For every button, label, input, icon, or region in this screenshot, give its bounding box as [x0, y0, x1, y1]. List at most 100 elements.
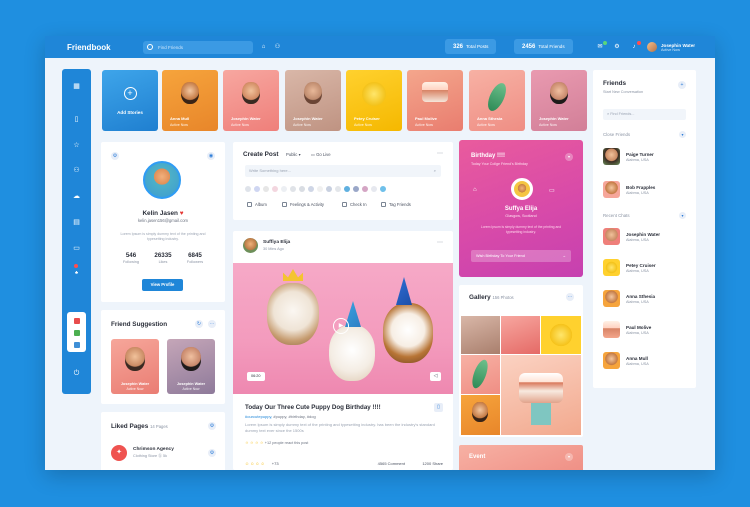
page-logo-icon[interactable]: ✦ — [111, 445, 127, 461]
story-card[interactable]: Josephin Water Active Now — [285, 70, 341, 131]
story-card[interactable]: Anna Sthesia Active Now — [469, 70, 525, 131]
refresh-icon[interactable]: ↻ — [195, 320, 203, 328]
story-card[interactable]: Josephin Water Active Now — [223, 70, 279, 131]
chat-row[interactable]: Josephin Water Alabma, USA — [603, 228, 660, 245]
color-swatch[interactable] — [362, 186, 368, 192]
color-swatch[interactable] — [281, 186, 287, 192]
more-icon[interactable]: ◉ — [207, 152, 215, 160]
cloud-icon[interactable]: ☁ — [72, 192, 81, 201]
current-user[interactable]: Josephin Water Active Now — [647, 42, 695, 52]
go-live-button[interactable]: ▭ Go Live — [311, 152, 331, 157]
app-logo[interactable]: Friendbook — [67, 43, 137, 52]
more-icon[interactable]: ⋯ — [437, 239, 443, 246]
suggestion-item[interactable]: Josephin Water Active Now — [111, 339, 159, 394]
video-icon[interactable]: ▭ — [549, 187, 555, 194]
power-icon[interactable]: ⏻ — [72, 369, 81, 378]
feelings-button[interactable]: Feelings & Activity — [282, 202, 324, 207]
visibility-select[interactable]: Public ▾ — [286, 152, 301, 157]
birthday-avatar[interactable] — [511, 178, 533, 200]
emoji-icons[interactable]: ☺ ☺ ☺ ☺ — [245, 461, 265, 466]
friends-search[interactable]: ⌕ Find Friends... — [603, 109, 686, 120]
post-input[interactable]: Write Something here... ⌕ — [245, 165, 441, 177]
avatar[interactable] — [243, 238, 258, 253]
friend-row[interactable]: Paige Turner Alabma, USA — [603, 148, 654, 165]
users-icon[interactable]: ⚇ — [72, 166, 81, 175]
color-swatch[interactable] — [308, 186, 314, 192]
color-swatch[interactable] — [317, 186, 323, 192]
chat-row[interactable]: Petey Cruiser Alabma, USA — [603, 259, 656, 276]
post-tag-primary[interactable]: #ourcutepuppy, — [245, 414, 272, 419]
wish-birthday-button[interactable]: Wish Birthday To Your Friend → — [471, 250, 571, 262]
notification-bell-icon[interactable]: ♪ — [630, 41, 641, 51]
story-card[interactable]: Josephin Water Active Now — [531, 70, 587, 131]
settings-icon[interactable]: ⚙ — [111, 152, 119, 160]
page-name[interactable]: Chrimson Agency — [133, 447, 174, 452]
post-tags[interactable]: #ourcutepuppy, #puppy, #birthday, #dog — [245, 414, 316, 419]
home-icon[interactable]: ⌂ — [260, 44, 267, 51]
chat-row[interactable]: Paul Molive Alabma, USA — [603, 321, 651, 338]
more-icon[interactable]: ⋯ — [566, 293, 574, 301]
post-author[interactable]: Suffiya Elija — [263, 240, 290, 245]
document-icon[interactable]: ▯ — [72, 115, 81, 124]
add-icon[interactable]: + — [678, 81, 686, 89]
story-card[interactable]: Anna Mull Active Now — [162, 70, 218, 131]
profile-avatar[interactable] — [143, 161, 181, 199]
color-swatch[interactable] — [254, 186, 260, 192]
color-swatch[interactable] — [245, 186, 251, 192]
more-icon[interactable]: ⋯ — [208, 320, 216, 328]
settings-icon[interactable]: ⚙ — [208, 422, 216, 430]
share-count[interactable]: 1200 Share — [422, 461, 443, 466]
event-card[interactable]: Event ▾ — [459, 445, 583, 470]
gallery-photo[interactable] — [461, 355, 500, 394]
color-swatch[interactable] — [263, 186, 269, 192]
bookmark-icon[interactable]: ▯ — [434, 403, 443, 412]
more-icon[interactable]: ⋯ — [437, 150, 443, 157]
story-card[interactable]: Petey Cruiser Active Now — [346, 70, 402, 131]
chat-icon[interactable]: ✉ — [596, 41, 607, 51]
color-swatch[interactable] — [335, 186, 341, 192]
color-swatch[interactable] — [272, 186, 278, 192]
album-button[interactable]: Album — [247, 202, 267, 207]
add-story-card[interactable]: + Add Stories — [102, 70, 158, 131]
gallery-photo[interactable] — [501, 316, 540, 354]
inbox-icon[interactable]: ▭ — [72, 244, 81, 253]
color-swatch[interactable] — [299, 186, 305, 192]
app-shortcut-icon[interactable] — [73, 330, 80, 336]
check-in-button[interactable]: Check In — [342, 202, 367, 207]
color-swatch[interactable] — [290, 186, 296, 192]
chat-row[interactable]: Anna Sthesia Alabma, USA — [603, 290, 655, 307]
color-swatch[interactable] — [371, 186, 377, 192]
post-image[interactable]: ▶ 06:20 ◁ — [233, 263, 453, 394]
color-swatch[interactable] — [380, 186, 386, 192]
star-icon[interactable]: ☆ — [72, 141, 81, 150]
pets-icon[interactable]: ♣ — [72, 269, 81, 278]
calendar-icon[interactable]: ▤ — [72, 218, 81, 227]
gallery-photo[interactable] — [461, 395, 500, 435]
chevron-down-icon[interactable]: ▾ — [679, 131, 686, 138]
gallery-photo[interactable] — [541, 316, 581, 354]
gallery-photo[interactable] — [461, 316, 500, 354]
chevron-down-icon[interactable]: ▾ — [565, 453, 573, 461]
app-shortcut-icon[interactable] — [73, 318, 80, 324]
settings-icon[interactable]: ⚙ — [613, 43, 621, 51]
dashboard-icon[interactable]: ▦ — [72, 82, 81, 91]
tag-friends-button[interactable]: Tag Friends — [381, 202, 411, 207]
settings-icon[interactable]: ⚙ — [208, 449, 216, 457]
story-card[interactable]: Paul Molive Active Now — [407, 70, 463, 131]
chevron-down-icon[interactable]: ▾ — [679, 212, 686, 219]
search-input[interactable] — [158, 44, 238, 50]
volume-icon[interactable]: ◁ — [430, 372, 441, 381]
comment-count[interactable]: 4565 Comment — [378, 461, 405, 466]
suggestion-item[interactable]: Josephin Water Active Now — [167, 339, 215, 394]
search-box[interactable] — [143, 40, 253, 54]
play-icon[interactable]: ▶ — [333, 318, 349, 334]
gallery-photo-large[interactable] — [501, 355, 581, 435]
color-swatch[interactable] — [326, 186, 332, 192]
friend-row[interactable]: Bob Frapples Alabma, USA — [603, 181, 655, 198]
color-swatch[interactable] — [344, 186, 350, 192]
add-friend-icon[interactable]: ⚇ — [274, 44, 281, 51]
chat-row[interactable]: Anna Mull Alabma, USA — [603, 352, 649, 369]
app-shortcut-icon[interactable] — [73, 342, 80, 348]
color-swatch[interactable] — [353, 186, 359, 192]
chevron-down-icon[interactable]: ▾ — [565, 153, 573, 161]
